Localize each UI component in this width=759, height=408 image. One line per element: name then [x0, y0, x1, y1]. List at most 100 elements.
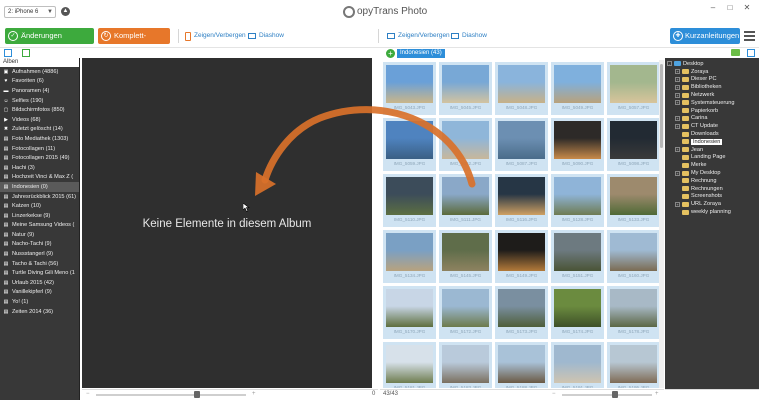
tree-node[interactable]: Landing Page [665, 154, 759, 162]
scrollbar-thumb[interactable] [660, 64, 663, 148]
expand-icon[interactable]: + [675, 115, 680, 121]
minimize-icon[interactable]: – [706, 3, 720, 13]
show-hide-button[interactable]: Zeigen/Verbergen [185, 31, 246, 41]
pc-options-icon[interactable] [747, 49, 755, 57]
photo-tile[interactable]: IMG_5090.JPG [551, 118, 604, 171]
album-item[interactable]: ☺ Selfies (190) [0, 96, 79, 106]
tree-node[interactable]: Indonesien [665, 138, 759, 146]
photo-tile[interactable]: IMG_5160.JPG [607, 230, 660, 283]
album-item[interactable]: ▤ Foto Mediathek (1303) [0, 134, 79, 144]
hamburger-menu-icon[interactable] [744, 31, 755, 41]
photo-tile[interactable]: IMG_5151.JPG [551, 230, 604, 283]
tree-node[interactable]: weekly planning [665, 208, 759, 216]
photo-tile[interactable]: IMG_5149.JPG [495, 230, 548, 283]
pc-show-hide-button[interactable]: Zeigen/Verbergen [387, 31, 450, 41]
album-item[interactable]: ▤ Linzerkekse (9) [0, 211, 79, 221]
tree-node[interactable]: + Carina [665, 115, 759, 123]
album-item[interactable]: ▤ Urlaub 2015 (42) [0, 278, 79, 288]
photo-tile[interactable]: IMG_5181.JPG [383, 342, 436, 388]
album-item[interactable]: ▤ Fotocollagen (11) [0, 144, 79, 154]
photo-tile[interactable]: IMG_5134.JPG [383, 230, 436, 283]
expand-icon[interactable]: + [675, 123, 680, 129]
pc-album-tab[interactable]: Indonesien (43) [397, 49, 445, 58]
collapse-icon[interactable]: - [667, 61, 672, 67]
expand-icon[interactable]: + [675, 100, 680, 106]
tree-node[interactable]: Papierkorb [665, 107, 759, 115]
photo-tile[interactable]: IMG_5145.JPG [439, 230, 492, 283]
album-item[interactable]: ▤ Tacho & Tachi (56) [0, 259, 79, 269]
photo-tile[interactable]: IMG_5045.JPG [439, 62, 492, 115]
expand-icon[interactable]: + [675, 84, 680, 90]
album-item[interactable]: ▤ Meine Samsung Videos ( [0, 221, 79, 231]
expand-icon[interactable]: + [675, 201, 680, 207]
album-item[interactable]: ▤ Fotocollagen 2015 (49) [0, 153, 79, 163]
album-item[interactable]: ▤ Hochzeit Vinci & Max Z ( [0, 173, 79, 183]
album-item[interactable]: ▤ Katzen (10) [0, 201, 79, 211]
album-item[interactable]: ▤ Nacho-Tachi (9) [0, 240, 79, 250]
photo-tile[interactable]: IMG_5048.JPG [495, 62, 548, 115]
tree-node[interactable]: + Jean [665, 146, 759, 154]
close-icon[interactable]: ✕ [740, 3, 754, 13]
expand-icon[interactable]: + [675, 147, 680, 153]
photo-tile[interactable]: IMG_5188.JPG [495, 342, 548, 388]
tree-node[interactable]: Rechnung [665, 177, 759, 185]
edit-album-icon[interactable] [22, 49, 30, 57]
photo-tile[interactable]: IMG_5116.JPG [495, 174, 548, 227]
photo-tile[interactable]: IMG_5110.JPG [383, 174, 436, 227]
photo-grid-scrollbar[interactable] [659, 60, 664, 388]
slideshow-button[interactable]: Diashow [248, 31, 284, 41]
add-photos-icon[interactable]: + [386, 49, 395, 58]
photo-tile[interactable]: IMG_5043.JPG [383, 62, 436, 115]
zoom-out-icon[interactable]: − [552, 391, 559, 398]
album-item[interactable]: ♥ Favoriten (6) [0, 77, 79, 87]
tree-node[interactable]: + Zoraya [665, 68, 759, 76]
album-item[interactable]: ✖ Zuletzt gelöscht (14) [0, 125, 79, 135]
new-folder-icon[interactable] [731, 49, 740, 56]
album-item[interactable]: ▣ Aufnahmen (4886) [0, 67, 79, 77]
thumbnail-size-slider[interactable] [96, 394, 246, 396]
tree-node[interactable]: + Netzwerk [665, 91, 759, 99]
album-item[interactable]: ▤ Hachi (3) [0, 163, 79, 173]
photo-tile[interactable]: IMG_5173.JPG [495, 286, 548, 339]
photo-tile[interactable]: IMG_5049.JPG [551, 62, 604, 115]
album-item[interactable]: ▤ Indonesien (0) [0, 182, 79, 192]
album-item[interactable]: ▤ Jahresrückblick 2015 (61) [0, 192, 79, 202]
slider-thumb[interactable] [194, 391, 200, 398]
eject-icon[interactable]: ▲ [61, 7, 70, 16]
slider-thumb[interactable] [612, 391, 618, 398]
album-item[interactable]: ▶ Videos (68) [0, 115, 79, 125]
zoom-in-icon[interactable]: + [655, 391, 662, 398]
album-item[interactable]: ▤ Natur (9) [0, 230, 79, 240]
album-item[interactable]: ▤ Nussstangerl (9) [0, 249, 79, 259]
photo-tile[interactable]: IMG_5174.JPG [551, 286, 604, 339]
photo-tile[interactable]: IMG_5170.JPG [383, 286, 436, 339]
photo-tile[interactable]: IMG_5057.JPG [607, 62, 660, 115]
expand-icon[interactable]: + [675, 69, 680, 75]
save-changes-button[interactable]: ✓ Änderungen speichern [5, 28, 94, 56]
iphone-album-view[interactable]: Keine Elemente in diesem Album [82, 58, 372, 388]
device-select[interactable]: 2: iPhone 6 ▼ [4, 6, 56, 18]
photo-tile[interactable]: IMG_5111.JPG [439, 174, 492, 227]
zoom-in-icon[interactable]: + [252, 391, 259, 398]
photo-tile[interactable]: IMG_5191.JPG [551, 342, 604, 388]
tree-node[interactable]: Downloads [665, 130, 759, 138]
album-item[interactable]: ▬ Panoramen (4) [0, 86, 79, 96]
quick-guides-button[interactable]: ✚ Kurzanleitungen [670, 28, 740, 44]
tree-node[interactable]: - Desktop [665, 60, 759, 68]
photo-tile[interactable]: IMG_5098.JPG [607, 118, 660, 171]
tree-node[interactable]: Screenshots [665, 193, 759, 201]
expand-icon[interactable]: + [675, 92, 680, 98]
photo-tile[interactable]: IMG_5195.JPG [607, 342, 660, 388]
photo-tile[interactable]: IMG_5059.JPG [383, 118, 436, 171]
expand-icon[interactable]: + [675, 76, 680, 82]
tree-node[interactable]: + CT Update [665, 122, 759, 130]
tree-node[interactable]: + URL Zoraya [665, 200, 759, 208]
photo-tile[interactable]: IMG_5087.JPG [495, 118, 548, 171]
tree-node[interactable]: + Dieser PC [665, 76, 759, 84]
album-item[interactable]: ▢ Bildschirmfotos (850) [0, 105, 79, 115]
photo-tile[interactable]: IMG_5128.JPG [551, 174, 604, 227]
add-album-icon[interactable] [4, 49, 12, 57]
photo-tile[interactable]: IMG_5183.JPG [439, 342, 492, 388]
tree-node[interactable]: + Systemsteuerung [665, 99, 759, 107]
full-backup-button[interactable]: ↻ Komplett-Backup [98, 28, 170, 56]
